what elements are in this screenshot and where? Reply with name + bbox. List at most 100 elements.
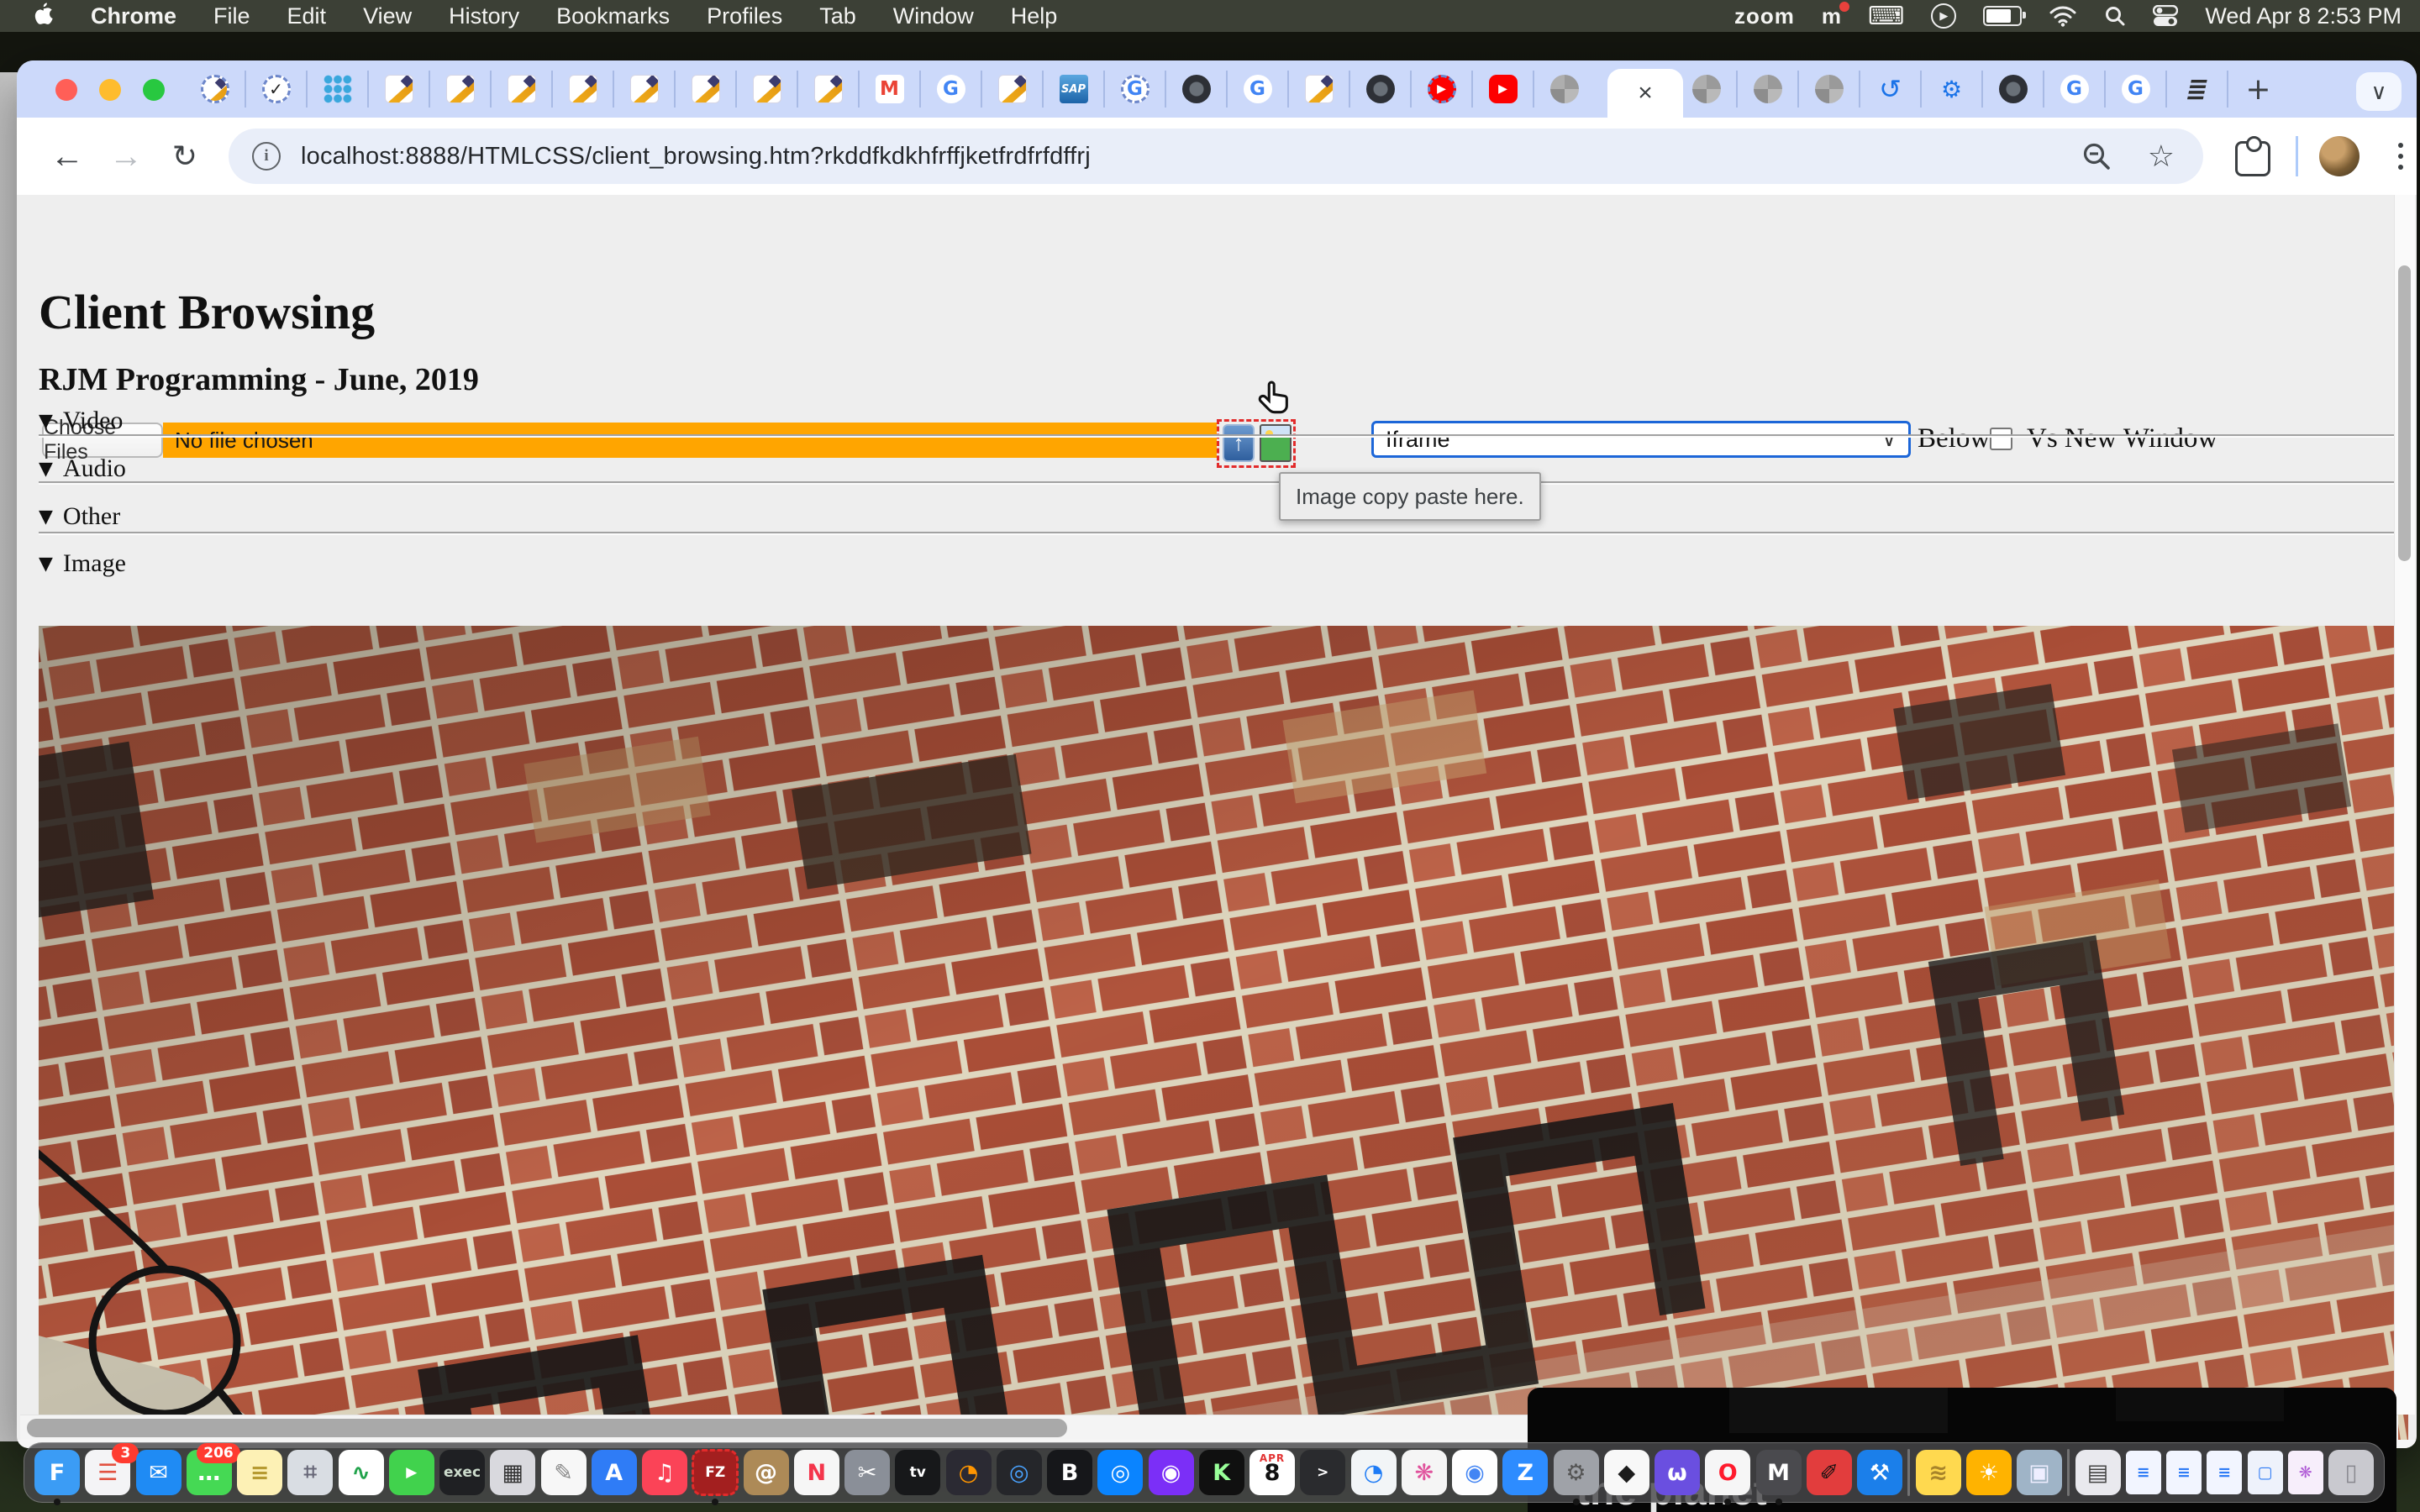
- menu-help[interactable]: Help: [1011, 3, 1058, 29]
- menu-chrome[interactable]: Chrome: [91, 3, 176, 29]
- dock-item-reminders[interactable]: ☰3: [85, 1450, 130, 1495]
- zoom-out-page-icon[interactable]: [2081, 140, 2112, 172]
- menu-file[interactable]: File: [213, 3, 250, 29]
- reload-button[interactable]: ↻: [160, 118, 210, 195]
- keyboard-icon[interactable]: ⌨: [1868, 2, 1904, 31]
- dock-item-facetime[interactable]: ▶: [389, 1450, 434, 1495]
- menu-tab[interactable]: Tab: [819, 3, 856, 29]
- wifi-icon[interactable]: [2049, 5, 2077, 27]
- dock-item-calendar[interactable]: 8APR: [1249, 1450, 1295, 1495]
- site-info-icon[interactable]: i: [252, 142, 281, 171]
- tab-favicon-chrome[interactable]: [1350, 71, 1412, 108]
- tab-search-chevron[interactable]: ∨: [2356, 72, 2402, 111]
- dock-item-doc[interactable]: ▢: [2248, 1451, 2283, 1494]
- menu-bar-clock[interactable]: Wed Apr 8 2:53 PM: [2205, 3, 2402, 29]
- menu-edit[interactable]: Edit: [287, 3, 327, 29]
- dock-item-cat-app[interactable]: ω: [1655, 1450, 1700, 1495]
- dock-item-notes-stack[interactable]: ≋: [1916, 1450, 1961, 1495]
- tab-favicon-pencil[interactable]: [492, 71, 553, 108]
- dock-item-tv[interactable]: tv: [895, 1450, 940, 1495]
- brick-wall-image[interactable]: [39, 626, 2408, 1448]
- section-toggle-audio[interactable]: ▼Audio: [39, 454, 126, 483]
- tab-favicon-gmail[interactable]: M: [860, 71, 921, 108]
- section-toggle-other[interactable]: ▼Other: [39, 502, 120, 531]
- dock-item-contacts[interactable]: @: [744, 1450, 789, 1495]
- zoom-menu-extra[interactable]: zoom: [1734, 3, 1795, 29]
- dock-item-colorwheel[interactable]: ❋: [1402, 1450, 1447, 1495]
- vertical-scrollbar-thumb[interactable]: [2398, 265, 2411, 561]
- extensions-icon[interactable]: [2235, 141, 2270, 176]
- tab-favicon-pencil[interactable]: [614, 71, 676, 108]
- chrome-menu-icon[interactable]: [2388, 134, 2413, 178]
- dock-item-doc[interactable]: ≡: [2207, 1451, 2242, 1494]
- tab-favicon-chrome[interactable]: [1166, 71, 1228, 108]
- tab-favicon-google[interactable]: G: [2044, 71, 2106, 108]
- tab-favicon-globe[interactable]: [1534, 71, 1594, 108]
- dock-item-firefox[interactable]: ◔: [946, 1450, 992, 1495]
- tab-favicon-pencil[interactable]: [737, 71, 798, 108]
- tab-favicon-sap[interactable]: SAP: [1044, 71, 1105, 108]
- tab-favicon-youtube[interactable]: ▶: [1473, 71, 1534, 108]
- tab-favicon-globe[interactable]: [1738, 71, 1799, 108]
- menu-view[interactable]: View: [363, 3, 412, 29]
- dock-item-music[interactable]: ♫: [642, 1450, 687, 1495]
- dock-item-kmc[interactable]: K: [1199, 1450, 1244, 1495]
- dock-item-messages[interactable]: …206: [187, 1450, 232, 1495]
- dock-item-doc[interactable]: ❋: [2288, 1451, 2323, 1494]
- file-input-status[interactable]: No file chosen: [163, 423, 1217, 458]
- dock-item-blue-globe[interactable]: ◎: [1097, 1450, 1143, 1495]
- tab-favicon-globe[interactable]: [1799, 71, 1860, 108]
- tab-favicon-pencil[interactable]: [676, 71, 737, 108]
- menu-bookmarks[interactable]: Bookmarks: [556, 3, 670, 29]
- section-toggle-video[interactable]: ▼Video: [39, 407, 123, 435]
- dock-item-photo-stack[interactable]: ▣: [2017, 1450, 2062, 1495]
- horizontal-scrollbar-thumb[interactable]: [27, 1419, 1067, 1437]
- tab-favicon-globe[interactable]: [1676, 71, 1738, 108]
- dock-item-opera[interactable]: O: [1705, 1450, 1750, 1495]
- spotlight-search-icon[interactable]: [2104, 5, 2126, 27]
- dock-item-doc[interactable]: ≡: [2166, 1451, 2202, 1494]
- dock-item-bbedit[interactable]: B: [1047, 1450, 1092, 1495]
- vertical-scrollbar[interactable]: [2394, 195, 2415, 1415]
- tab-favicon-pencil[interactable]: [798, 71, 860, 108]
- dock-item-mammoth[interactable]: M: [1756, 1450, 1802, 1495]
- dock-item-terminal2[interactable]: >: [1300, 1450, 1345, 1495]
- tab-favicon-pencil[interactable]: [430, 71, 492, 108]
- tab-favicon-gear[interactable]: ⚙: [1922, 71, 1983, 108]
- control-center-icon[interactable]: [2153, 5, 2178, 27]
- section-toggle-image[interactable]: ▼Image: [39, 549, 126, 578]
- close-window-button[interactable]: [55, 79, 77, 101]
- minimize-window-button[interactable]: [99, 79, 121, 101]
- dock-item-appstore[interactable]: A: [592, 1450, 637, 1495]
- dock-item-textedit[interactable]: ✎: [541, 1450, 587, 1495]
- battery-icon[interactable]: [1983, 6, 2022, 26]
- dock-item-mail[interactable]: ✉: [136, 1450, 182, 1495]
- menu-profiles[interactable]: Profiles: [707, 3, 782, 29]
- tab-favicon-pencil-ring[interactable]: [185, 71, 246, 108]
- menu-history[interactable]: History: [449, 3, 519, 29]
- address-bar[interactable]: i localhost:8888/HTMLCSS/client_browsing…: [229, 129, 2203, 184]
- tab-favicon-pencil[interactable]: [369, 71, 430, 108]
- dock-item-inkscape[interactable]: ◆: [1604, 1450, 1649, 1495]
- dock-item-notes[interactable]: ≡: [237, 1450, 282, 1495]
- tab-favicon-so[interactable]: ≣: [2167, 71, 2228, 108]
- tab-favicon-dots[interactable]: [308, 71, 369, 108]
- dock-item-ideas-stack[interactable]: ☀: [1966, 1450, 2012, 1495]
- dock-item-printer[interactable]: ▤: [2075, 1450, 2121, 1495]
- tab-favicon-check[interactable]: ✓: [246, 71, 308, 108]
- playback-icon[interactable]: ▶: [1931, 3, 1956, 29]
- tab-favicon-chrome[interactable]: [1983, 71, 2044, 108]
- tab-favicon-google[interactable]: G: [2106, 71, 2167, 108]
- apple-icon[interactable]: [32, 3, 54, 29]
- meet-menu-icon[interactable]: m: [1822, 3, 1841, 29]
- dock-item-xcode[interactable]: ⚒: [1857, 1450, 1902, 1495]
- tab-favicon-pencil[interactable]: [553, 71, 614, 108]
- tab-favicon-google-ring[interactable]: G: [1105, 71, 1166, 108]
- tab-favicon-youtube-ring[interactable]: ▶: [1412, 71, 1473, 108]
- target-mode-select[interactable]: Iframe ∨: [1371, 421, 1911, 458]
- url-text[interactable]: localhost:8888/HTMLCSS/client_browsing.h…: [301, 143, 1091, 171]
- vs-new-window-checkbox[interactable]: [1990, 428, 2012, 450]
- dock-item-settings[interactable]: ⚙: [1554, 1450, 1599, 1495]
- tab-favicon-history[interactable]: ↺: [1860, 71, 1922, 108]
- tab-favicon-google[interactable]: G: [921, 71, 982, 108]
